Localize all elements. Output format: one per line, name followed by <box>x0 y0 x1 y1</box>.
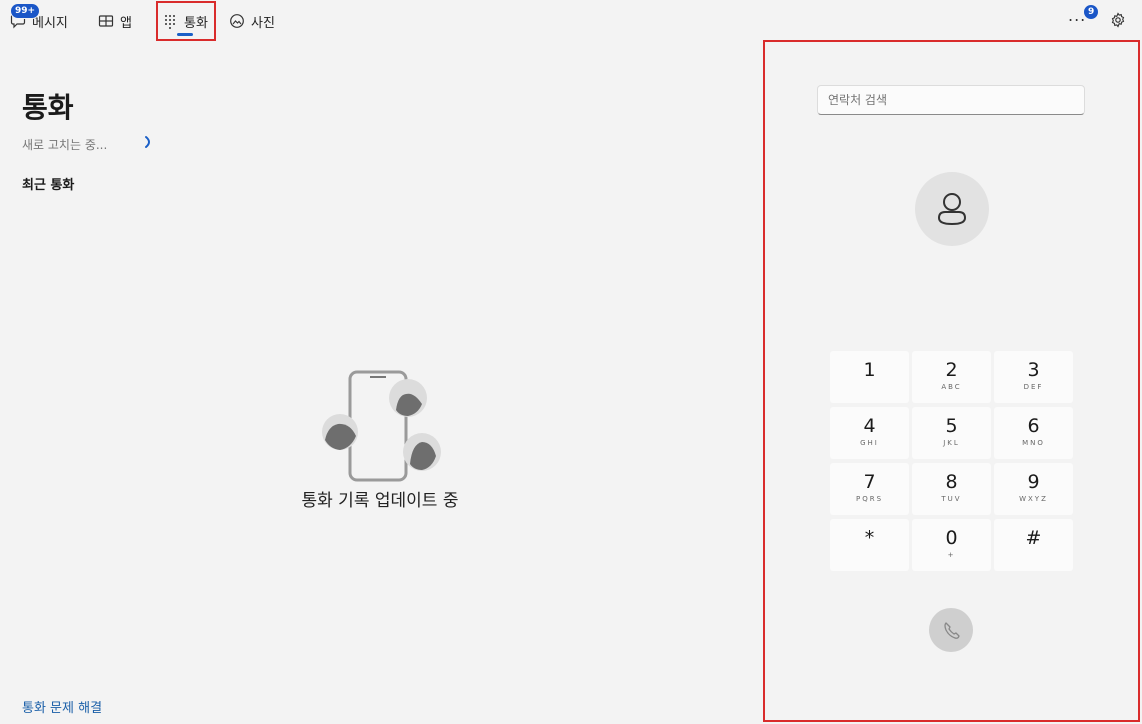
gear-icon[interactable] <box>1110 12 1126 28</box>
photos-icon <box>229 13 245 29</box>
top-nav: 메시지 99+ 앱 통화 사진 ... 9 <box>0 0 1142 42</box>
loading-spinner-icon <box>144 134 154 148</box>
active-tab-indicator <box>177 33 193 36</box>
dial-key-0[interactable]: 0 + <box>912 519 991 571</box>
dial-key-8[interactable]: 8 TUV <box>912 463 991 515</box>
troubleshoot-link[interactable]: 통화 문제 해결 <box>22 697 102 716</box>
dial-key-star[interactable]: * <box>830 519 909 571</box>
refresh-status: 새로 고치는 중... <box>22 138 108 152</box>
avatar <box>915 172 989 246</box>
tab-photos-label: 사진 <box>251 15 275 31</box>
dial-key-5[interactable]: 5 JKL <box>912 407 991 459</box>
tab-apps-label: 앱 <box>120 15 132 31</box>
phone-contacts-illustration-icon <box>322 370 441 482</box>
dial-key-6[interactable]: 6 MNO <box>994 407 1073 459</box>
dial-key-3[interactable]: 3 DEF <box>994 351 1073 403</box>
tab-apps[interactable]: 앱 <box>98 0 132 42</box>
tab-calls[interactable]: 통화 <box>156 1 216 41</box>
notification-badge: 9 <box>1083 4 1100 20</box>
tab-calls-label: 통화 <box>184 15 208 31</box>
page-title: 통화 <box>22 91 74 124</box>
dial-key-2[interactable]: 2 ABC <box>912 351 991 403</box>
person-icon <box>937 193 967 226</box>
dialpad-icon <box>162 13 178 29</box>
contact-search-input[interactable] <box>817 85 1085 115</box>
dial-key-1[interactable]: 1 <box>830 351 909 403</box>
dial-key-4[interactable]: 4 GHI <box>830 407 909 459</box>
dial-key-7[interactable]: 7 PQRS <box>830 463 909 515</box>
recent-calls-header: 최근 통화 <box>22 178 75 193</box>
call-button[interactable] <box>929 608 973 652</box>
apps-icon <box>98 13 114 29</box>
dial-key-hash[interactable]: # <box>994 519 1073 571</box>
tab-photos[interactable]: 사진 <box>229 0 275 42</box>
messages-badge: 99+ <box>10 3 41 19</box>
dial-key-9[interactable]: 9 WXYZ <box>994 463 1073 515</box>
dialer-panel: 1 2ABC 3DEF 4GHI 5JKL 6MNO 7PQRS 8TUV 9W… <box>763 40 1140 722</box>
phone-icon <box>944 622 960 639</box>
empty-state-message: 통화 기록 업데이트 중 <box>301 491 459 511</box>
